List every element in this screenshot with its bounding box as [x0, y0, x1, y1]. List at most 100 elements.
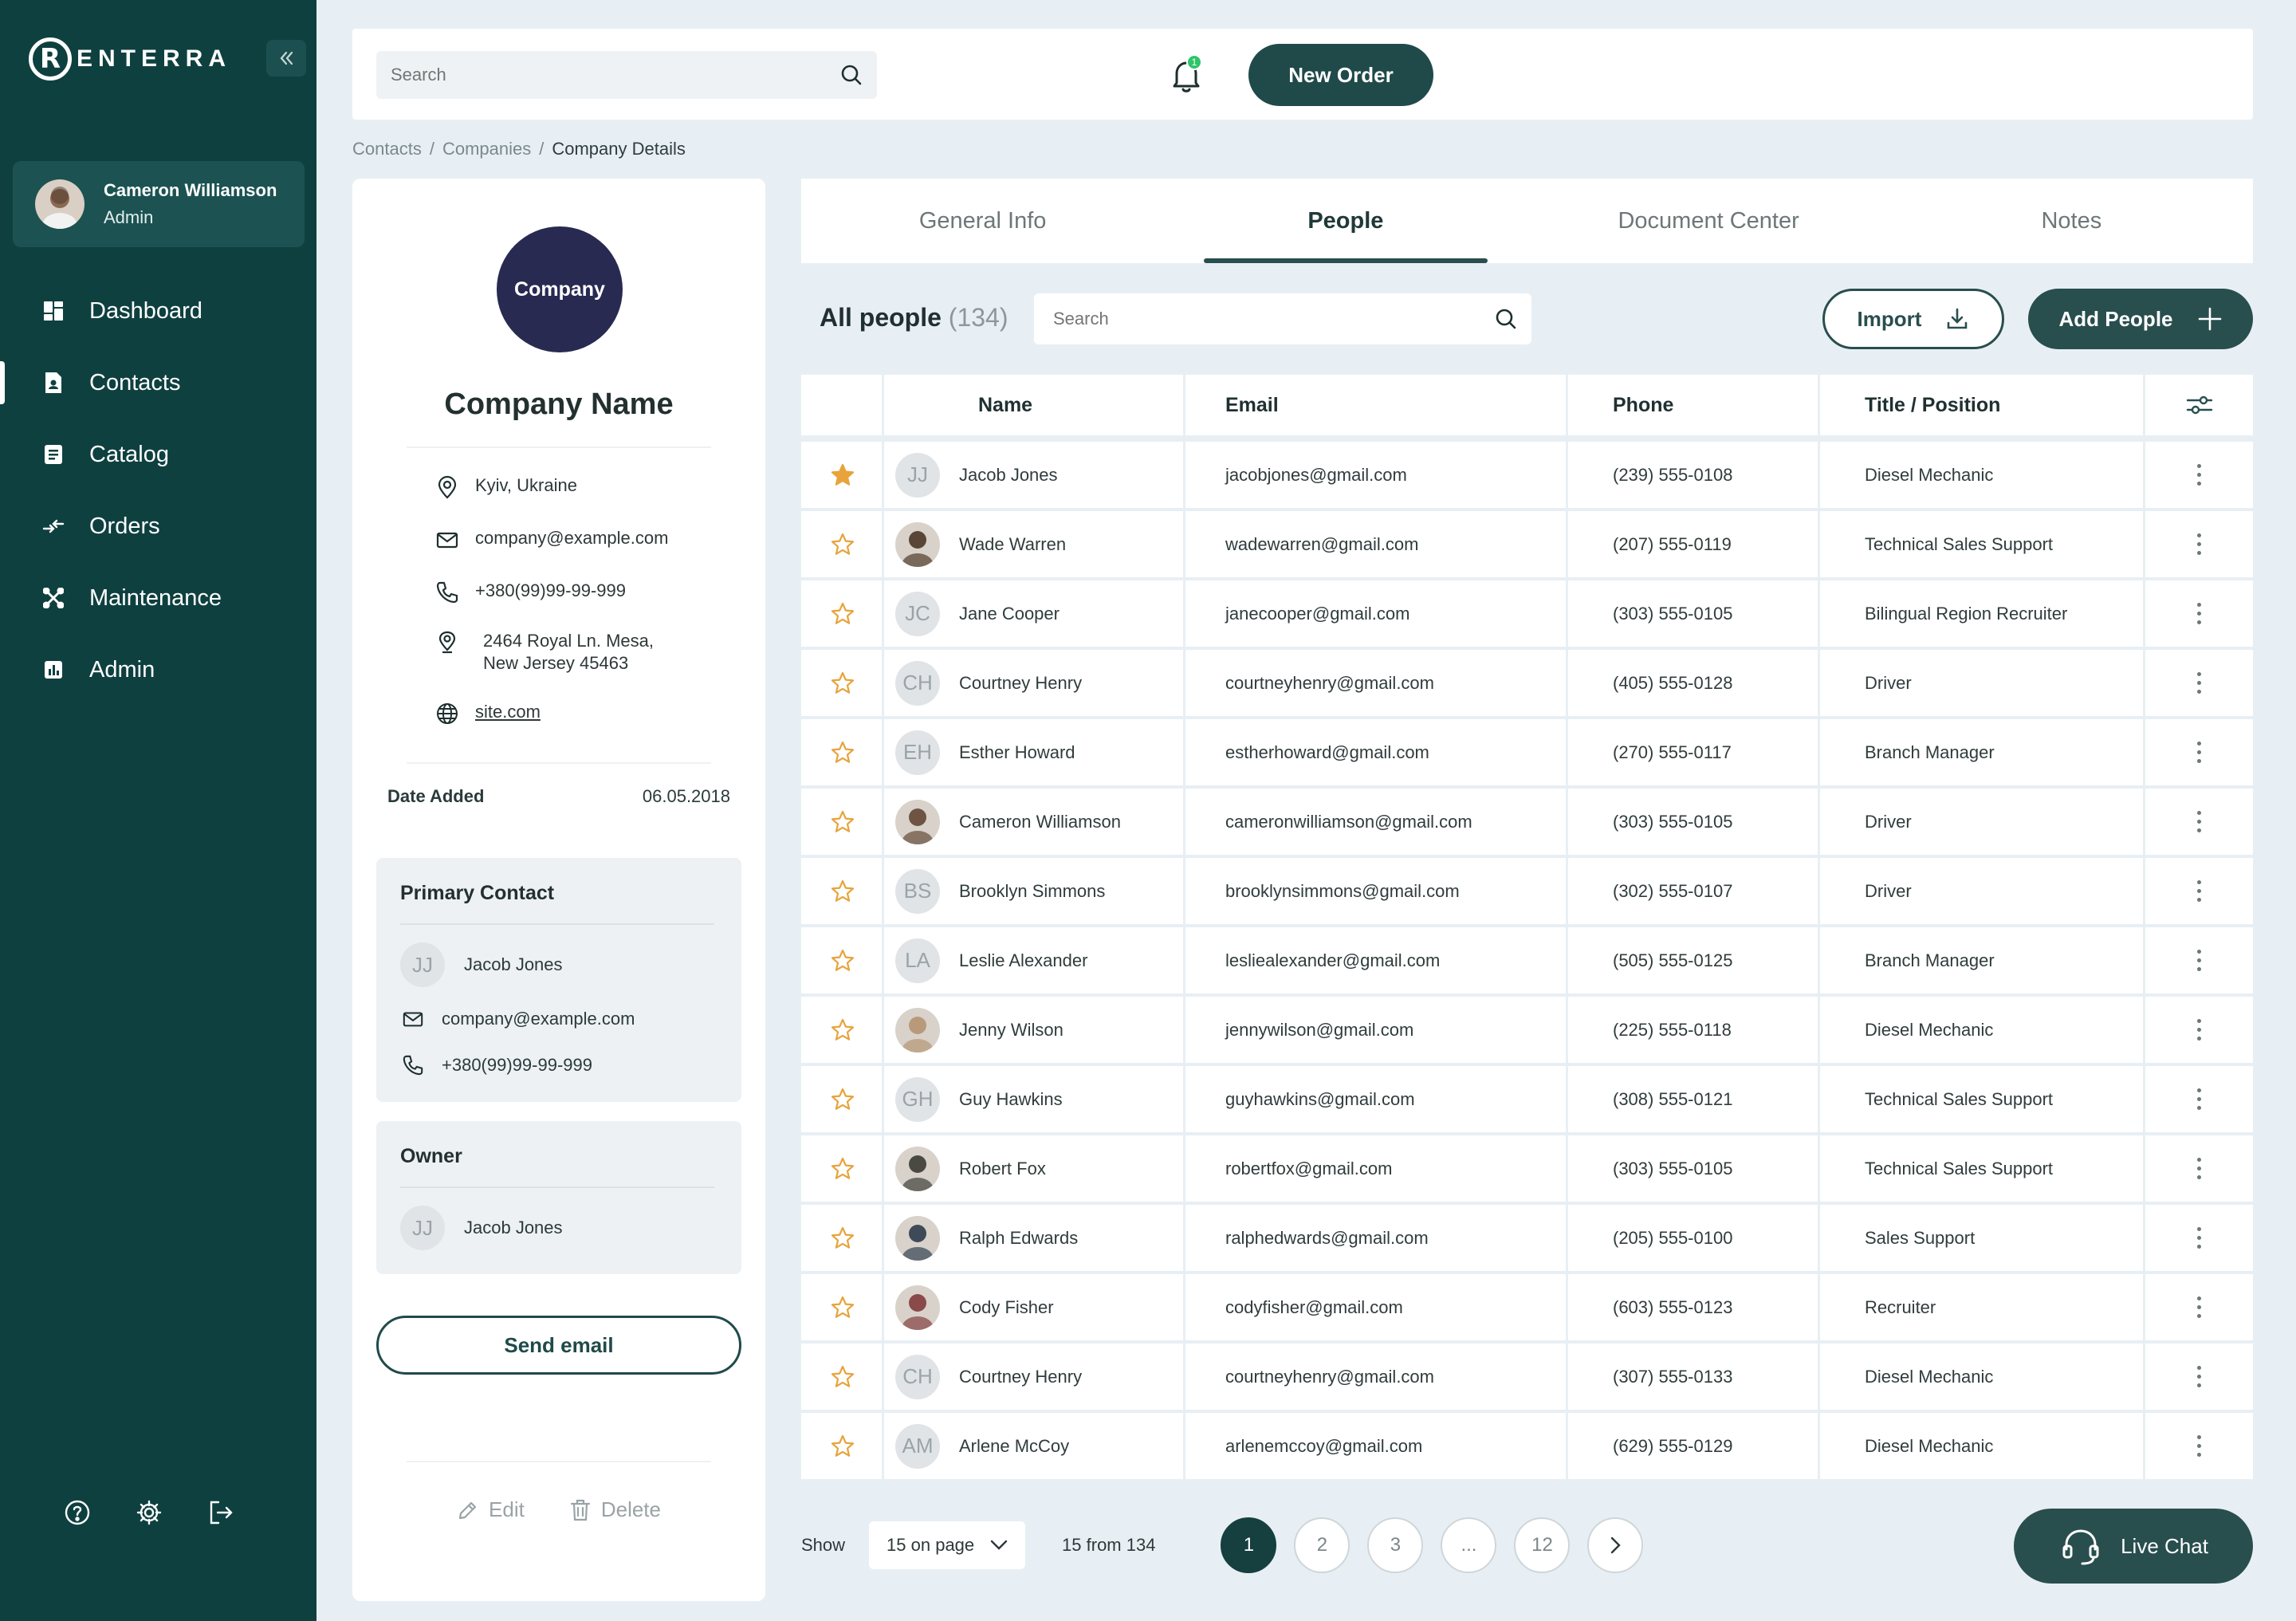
- table-row[interactable]: BS Brooklyn Simmons brooklynsimmons@gmai…: [801, 858, 2253, 924]
- row-menu-button[interactable]: [2145, 719, 2253, 785]
- nav-item-dashboard[interactable]: Dashboard: [0, 275, 316, 347]
- name-cell[interactable]: Jenny Wilson: [884, 997, 1185, 1063]
- delete-button[interactable]: Delete: [569, 1497, 661, 1522]
- row-menu-button[interactable]: [2145, 1413, 2253, 1479]
- phone-cell[interactable]: (205) 555-0100: [1568, 1205, 1820, 1271]
- favorite-toggle[interactable]: [801, 511, 884, 577]
- row-menu-button[interactable]: [2145, 580, 2253, 647]
- email-cell[interactable]: courtneyhenry@gmail.com: [1185, 1344, 1568, 1410]
- favorite-toggle[interactable]: [801, 1344, 884, 1410]
- name-cell[interactable]: Cody Fisher: [884, 1274, 1185, 1340]
- import-button[interactable]: Import: [1822, 289, 2004, 349]
- collapse-sidebar-button[interactable]: [266, 40, 306, 77]
- favorite-toggle[interactable]: [801, 1413, 884, 1479]
- email-cell[interactable]: ralphedwards@gmail.com: [1185, 1205, 1568, 1271]
- phone-cell[interactable]: (239) 555-0108: [1568, 442, 1820, 508]
- favorite-toggle[interactable]: [801, 719, 884, 785]
- email-cell[interactable]: robertfox@gmail.com: [1185, 1135, 1568, 1202]
- email-cell[interactable]: jennywilson@gmail.com: [1185, 997, 1568, 1063]
- table-row[interactable]: Robert Fox robertfox@gmail.com (303) 555…: [801, 1135, 2253, 1202]
- name-cell[interactable]: JJ Jacob Jones: [884, 442, 1185, 508]
- tab-general-info[interactable]: General Info: [801, 179, 1164, 263]
- row-menu-button[interactable]: [2145, 858, 2253, 924]
- favorite-toggle[interactable]: [801, 580, 884, 647]
- email-cell[interactable]: jacobjones@gmail.com: [1185, 442, 1568, 508]
- email-cell[interactable]: guyhawkins@gmail.com: [1185, 1066, 1568, 1132]
- favorite-toggle[interactable]: [801, 789, 884, 855]
- send-email-button[interactable]: Send email: [376, 1316, 741, 1375]
- favorite-toggle[interactable]: [801, 1205, 884, 1271]
- name-cell[interactable]: JC Jane Cooper: [884, 580, 1185, 647]
- phone-cell[interactable]: (225) 555-0118: [1568, 997, 1820, 1063]
- table-row[interactable]: Ralph Edwards ralphedwards@gmail.com (20…: [801, 1205, 2253, 1271]
- help-icon[interactable]: [64, 1499, 91, 1526]
- phone-cell[interactable]: (629) 555-0129: [1568, 1413, 1820, 1479]
- phone-cell[interactable]: (307) 555-0133: [1568, 1344, 1820, 1410]
- email-cell[interactable]: wadewarren@gmail.com: [1185, 511, 1568, 577]
- favorite-toggle[interactable]: [801, 858, 884, 924]
- table-row[interactable]: EH Esther Howard estherhoward@gmail.com …: [801, 719, 2253, 785]
- phone-cell[interactable]: (302) 555-0107: [1568, 858, 1820, 924]
- header-email[interactable]: Email: [1185, 375, 1568, 435]
- table-row[interactable]: Jenny Wilson jennywilson@gmail.com (225)…: [801, 997, 2253, 1063]
- email-cell[interactable]: arlenemccoy@gmail.com: [1185, 1413, 1568, 1479]
- nav-item-admin[interactable]: Admin: [0, 634, 316, 706]
- column-settings-button[interactable]: [2145, 375, 2253, 435]
- email-cell[interactable]: lesliealexander@gmail.com: [1185, 927, 1568, 993]
- table-row[interactable]: AM Arlene McCoy arlenemccoy@gmail.com (6…: [801, 1413, 2253, 1479]
- email-cell[interactable]: estherhoward@gmail.com: [1185, 719, 1568, 785]
- row-menu-button[interactable]: [2145, 1205, 2253, 1271]
- row-menu-button[interactable]: [2145, 927, 2253, 993]
- row-menu-button[interactable]: [2145, 442, 2253, 508]
- name-cell[interactable]: LA Leslie Alexander: [884, 927, 1185, 993]
- favorite-toggle[interactable]: [801, 1135, 884, 1202]
- name-cell[interactable]: Ralph Edwards: [884, 1205, 1185, 1271]
- table-row[interactable]: CH Courtney Henry courtneyhenry@gmail.co…: [801, 1344, 2253, 1410]
- company-website-link[interactable]: site.com: [475, 702, 541, 722]
- favorite-toggle[interactable]: [801, 1274, 884, 1340]
- user-profile-card[interactable]: Cameron Williamson Admin: [13, 161, 305, 247]
- edit-button[interactable]: Edit: [457, 1497, 525, 1522]
- brand-logo[interactable]: R ENTERRA: [29, 35, 231, 83]
- name-cell[interactable]: GH Guy Hawkins: [884, 1066, 1185, 1132]
- name-cell[interactable]: EH Esther Howard: [884, 719, 1185, 785]
- name-cell[interactable]: Wade Warren: [884, 511, 1185, 577]
- header-title[interactable]: Title / Position: [1820, 375, 2145, 435]
- table-row[interactable]: Wade Warren wadewarren@gmail.com (207) 5…: [801, 511, 2253, 577]
- nav-item-orders[interactable]: Orders: [0, 490, 316, 562]
- table-row[interactable]: Cody Fisher codyfisher@gmail.com (603) 5…: [801, 1274, 2253, 1340]
- table-row[interactable]: Cameron Williamson cameronwilliamson@gma…: [801, 789, 2253, 855]
- add-people-button[interactable]: Add People: [2028, 289, 2253, 349]
- primary-contact-email-text[interactable]: company@example.com: [442, 1009, 635, 1029]
- email-cell[interactable]: codyfisher@gmail.com: [1185, 1274, 1568, 1340]
- header-phone[interactable]: Phone: [1568, 375, 1820, 435]
- per-page-select[interactable]: 15 on page: [869, 1521, 1026, 1569]
- table-row[interactable]: LA Leslie Alexander lesliealexander@gmai…: [801, 927, 2253, 993]
- row-menu-button[interactable]: [2145, 650, 2253, 716]
- favorite-toggle[interactable]: [801, 442, 884, 508]
- row-menu-button[interactable]: [2145, 997, 2253, 1063]
- owner-person[interactable]: JJ Jacob Jones: [400, 1206, 563, 1250]
- table-row[interactable]: CH Courtney Henry courtneyhenry@gmail.co…: [801, 650, 2253, 716]
- page-button-2[interactable]: 2: [1294, 1517, 1350, 1573]
- favorite-toggle[interactable]: [801, 650, 884, 716]
- logout-icon[interactable]: [207, 1499, 234, 1526]
- email-cell[interactable]: brooklynsimmons@gmail.com: [1185, 858, 1568, 924]
- row-menu-button[interactable]: [2145, 789, 2253, 855]
- people-search-input[interactable]: [1034, 293, 1531, 344]
- name-cell[interactable]: BS Brooklyn Simmons: [884, 858, 1185, 924]
- primary-contact-person[interactable]: JJ Jacob Jones: [400, 942, 563, 987]
- table-row[interactable]: JC Jane Cooper janecooper@gmail.com (303…: [801, 580, 2253, 647]
- breadcrumb-companies[interactable]: Companies: [442, 139, 531, 159]
- phone-cell[interactable]: (270) 555-0117: [1568, 719, 1820, 785]
- name-cell[interactable]: Robert Fox: [884, 1135, 1185, 1202]
- nav-item-maintenance[interactable]: Maintenance: [0, 562, 316, 634]
- table-row[interactable]: GH Guy Hawkins guyhawkins@gmail.com (308…: [801, 1066, 2253, 1132]
- page-button-1[interactable]: 1: [1221, 1517, 1277, 1573]
- row-menu-button[interactable]: [2145, 1135, 2253, 1202]
- page-button-3[interactable]: 3: [1367, 1517, 1424, 1573]
- favorite-toggle[interactable]: [801, 1066, 884, 1132]
- breadcrumb-contacts[interactable]: Contacts: [352, 139, 422, 159]
- page-button-12[interactable]: 12: [1514, 1517, 1571, 1573]
- page-ellipsis[interactable]: ...: [1441, 1517, 1497, 1573]
